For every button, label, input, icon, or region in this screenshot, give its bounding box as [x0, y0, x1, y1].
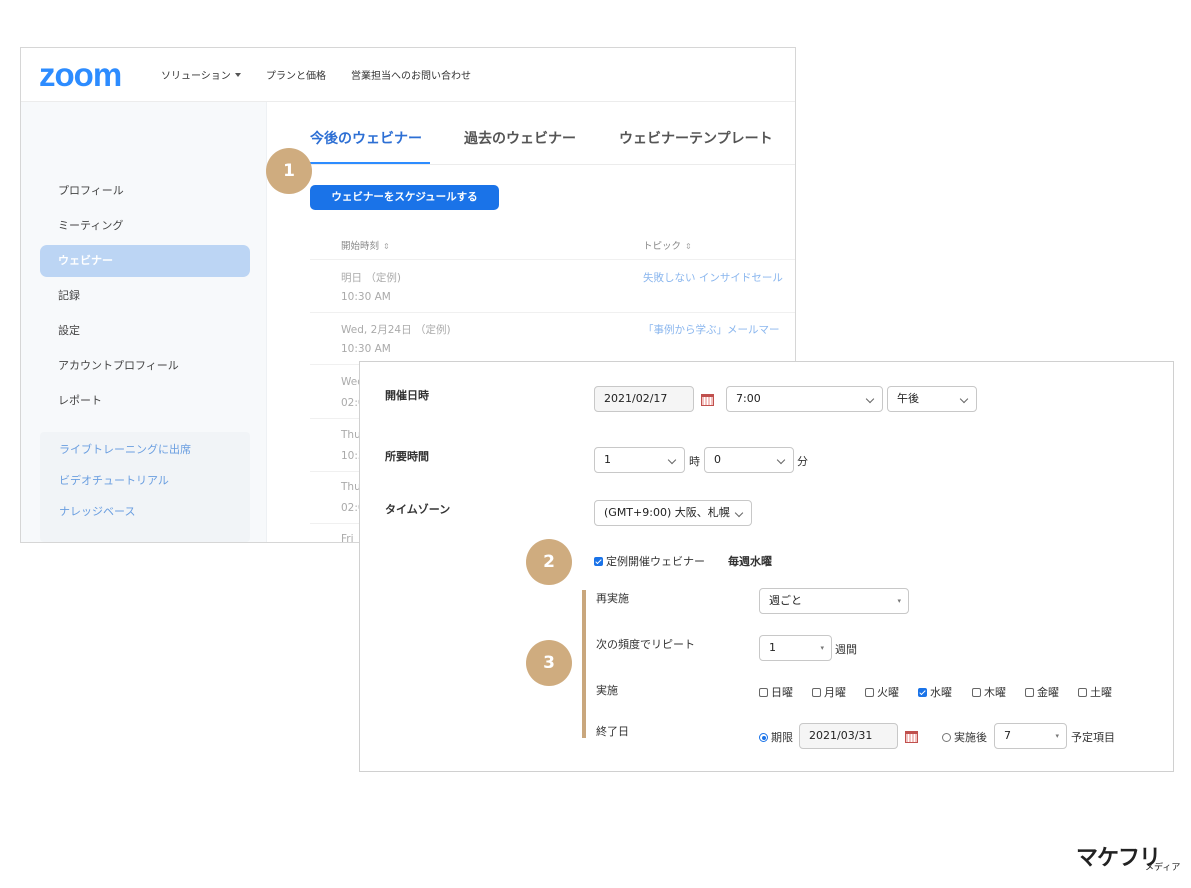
tab-upcoming-webinars[interactable]: 今後のウェビナー	[310, 128, 422, 148]
recurring-summary: 毎週水曜	[728, 555, 772, 568]
minutes-select[interactable]: 0	[704, 447, 794, 473]
checkbox-icon[interactable]	[972, 688, 981, 697]
minutes-unit: 分	[797, 455, 808, 468]
row-divider	[310, 259, 795, 260]
date-input[interactable]: 2021/02/17	[594, 386, 694, 412]
sort-icon: ⇕	[685, 242, 692, 251]
radio-selected-icon[interactable]	[759, 733, 768, 742]
step-3-badge: 3	[526, 640, 572, 686]
day-checkbox-tuesday[interactable]: 火曜	[865, 684, 899, 700]
timezone-label: タイムゾーン	[385, 503, 451, 516]
link-video-tutorials[interactable]: ビデオチュートリアル	[59, 472, 169, 488]
occurrences-select[interactable]: 7 ▾	[994, 723, 1067, 749]
occurs-on-label: 実施	[596, 684, 618, 697]
row-divider	[310, 312, 795, 313]
link-live-training[interactable]: ライブトレーニングに出席	[59, 441, 191, 457]
column-header-topic[interactable]: トピック ⇕	[643, 238, 692, 252]
link-knowledge-base[interactable]: ナレッジベース	[59, 503, 135, 519]
end-date-label: 終了日	[596, 725, 629, 738]
chevron-down-icon	[776, 455, 786, 465]
sidebar-item-recordings[interactable]: 記録	[40, 280, 250, 312]
table-row-date: Fri	[341, 533, 354, 543]
hours-select[interactable]: 1	[594, 447, 685, 473]
tab-webinar-templates[interactable]: ウェビナーテンプレート	[619, 128, 773, 148]
table-row-time: 10:30 AM	[341, 291, 391, 303]
sidebar-item-reports[interactable]: レポート	[40, 385, 250, 417]
checkbox-icon[interactable]	[812, 688, 821, 697]
recurrence-section-bar	[582, 590, 586, 738]
chevron-down-icon	[234, 73, 241, 77]
time-select[interactable]: 7:00	[726, 386, 883, 412]
day-checkbox-sunday[interactable]: 日曜	[759, 684, 793, 700]
schedule-webinar-button[interactable]: ウェビナーをスケジュールする	[310, 185, 499, 210]
checkbox-icon[interactable]	[1025, 688, 1034, 697]
tab-divider	[310, 164, 795, 165]
table-row-date: 明日 （定例)	[341, 272, 401, 284]
chevron-down-icon	[667, 455, 677, 465]
nav-solutions[interactable]: ソリューション	[161, 67, 241, 82]
nav-plans-pricing[interactable]: プランと価格	[266, 67, 326, 82]
end-after-radio[interactable]: 実施後	[942, 729, 987, 745]
repeat-every-label: 次の頻度でリピート	[596, 638, 695, 651]
day-checkbox-monday[interactable]: 月曜	[812, 684, 846, 700]
checkbox-checked-icon[interactable]	[594, 557, 603, 566]
checkbox-icon[interactable]	[759, 688, 768, 697]
recurrence-label: 再実施	[596, 592, 629, 605]
repeat-unit: 週間	[835, 643, 857, 656]
select-arrows-icon: ▾	[820, 644, 824, 652]
sidebar-item-account-profile[interactable]: アカウントプロフィール	[40, 350, 250, 382]
sidebar-item-settings[interactable]: 設定	[40, 315, 250, 347]
sidebar-item-webinars[interactable]: ウェビナー	[40, 245, 250, 277]
day-checkbox-thursday[interactable]: 木曜	[972, 684, 1006, 700]
calendar-icon[interactable]	[701, 394, 714, 406]
sidebar-item-profile[interactable]: プロフィール	[40, 175, 250, 207]
ampm-select[interactable]: 午後	[887, 386, 977, 412]
timezone-select[interactable]: (GMT+9:00) 大阪、札幌	[594, 500, 752, 526]
chevron-down-icon	[734, 508, 744, 518]
column-header-start-time[interactable]: 開始時刻 ⇕	[341, 238, 390, 252]
radio-icon[interactable]	[942, 733, 951, 742]
checkbox-icon[interactable]	[865, 688, 874, 697]
top-nav-bar: zoom ソリューション プランと価格 営業担当へのお問い合わせ	[21, 48, 795, 102]
occurrences-unit: 予定項目	[1071, 731, 1115, 744]
select-arrows-icon: ▾	[1055, 732, 1059, 740]
brand-logo-subtitle: メディア	[1145, 863, 1181, 873]
calendar-icon[interactable]	[905, 731, 918, 743]
zoom-logo[interactable]: zoom	[39, 56, 122, 94]
checkbox-checked-icon[interactable]	[918, 688, 927, 697]
day-checkbox-friday[interactable]: 金曜	[1025, 684, 1059, 700]
table-row-time: 10:30 AM	[341, 343, 391, 355]
table-row-date: Wed, 2月24日 （定例)	[341, 324, 451, 336]
sidebar: プロフィール ミーティング ウェビナー 記録 設定 アカウントプロフィール レポ…	[21, 102, 267, 542]
recurrence-select[interactable]: 週ごと ▾	[759, 588, 909, 614]
schedule-form-window: 開催日時 2021/02/17 7:00 午後 所要時間 1 時 0 分 タイム…	[359, 361, 1174, 772]
end-date-input[interactable]: 2021/03/31	[799, 723, 898, 749]
tab-past-webinars[interactable]: 過去のウェビナー	[464, 128, 576, 148]
recurring-webinar-checkbox[interactable]: 定例開催ウェビナー	[594, 553, 705, 569]
chevron-down-icon	[865, 394, 875, 404]
checkbox-icon[interactable]	[1078, 688, 1087, 697]
hours-unit: 時	[689, 455, 700, 468]
table-row-topic-link[interactable]: 失敗しない インサイドセール	[643, 270, 783, 285]
repeat-every-select[interactable]: 1 ▾	[759, 635, 832, 661]
table-row-topic-link[interactable]: 「事例から学ぶ」メールマー	[643, 322, 780, 337]
sidebar-item-meetings[interactable]: ミーティング	[40, 210, 250, 242]
day-checkbox-saturday[interactable]: 土曜	[1078, 684, 1112, 700]
table-row-date: Thu	[341, 481, 361, 493]
table-row-date: Thu	[341, 429, 361, 441]
chevron-down-icon	[959, 394, 969, 404]
select-arrows-icon: ▾	[897, 597, 901, 605]
duration-label: 所要時間	[385, 450, 429, 463]
step-2-badge: 2	[526, 539, 572, 585]
end-by-radio[interactable]: 期限	[759, 729, 793, 745]
day-checkbox-wednesday[interactable]: 水曜	[918, 684, 952, 700]
date-time-label: 開催日時	[385, 389, 429, 402]
step-1-badge: 1	[266, 148, 312, 194]
sort-icon: ⇕	[383, 242, 390, 251]
nav-contact-sales[interactable]: 営業担当へのお問い合わせ	[351, 67, 471, 82]
